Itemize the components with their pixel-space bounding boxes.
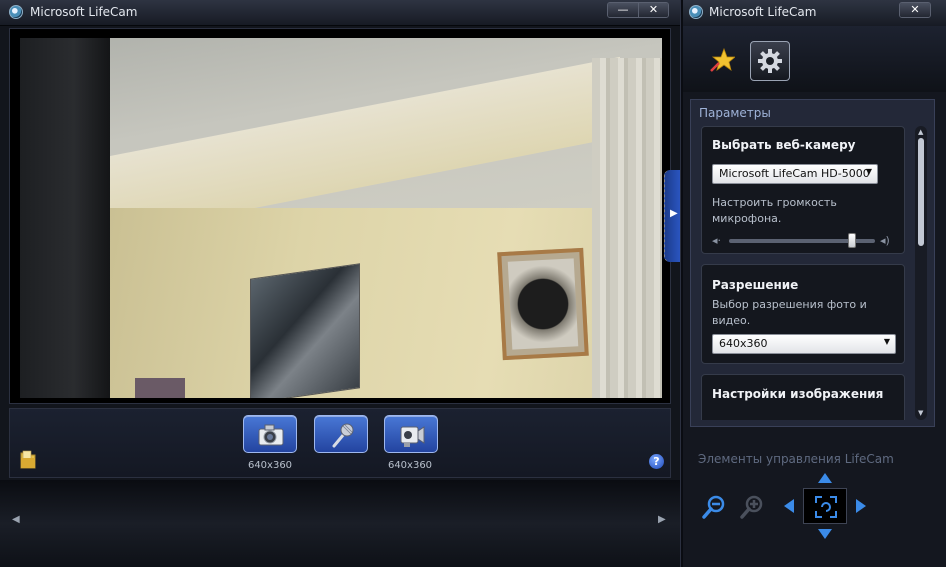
lifecam-app-icon	[9, 5, 23, 19]
panel-close-button[interactable]: ✕	[900, 3, 930, 17]
webcam-card: Выбрать веб-камеру Microsoft LifeCam HD-…	[701, 126, 905, 254]
mic-volume-label: Настроить громкость микрофона.	[712, 196, 837, 225]
resolution-select-value: 640x360	[719, 337, 768, 350]
photo-resolution-label: 640x360	[247, 460, 293, 471]
video-picture-frame	[497, 247, 589, 361]
folder-icon[interactable]	[19, 449, 37, 469]
expand-arrow-icon: ▶	[670, 208, 678, 219]
chevron-down-icon: ▼	[883, 337, 890, 346]
scrollbar-thumb[interactable]	[918, 138, 924, 246]
resolution-description: Выбор разрешения фото и видео.	[712, 298, 867, 327]
camera-icon	[258, 424, 284, 446]
pan-down-icon[interactable]	[817, 528, 833, 540]
lifecam-controls-heading: Элементы управления LifeCam	[698, 452, 894, 466]
video-poster	[250, 263, 360, 398]
strip-scroll-left-icon[interactable]: ◀	[12, 514, 20, 525]
image-settings-title: Настройки изображения	[712, 387, 884, 401]
capture-toolbar: 640x360 640x360 ?	[9, 408, 671, 478]
parameters-section: Параметры Выбрать веб-камеру Microsoft L…	[690, 99, 935, 427]
main-window: Microsoft LifeCam — ✕ ▶ 640x360 640x360 …	[0, 0, 681, 567]
main-titlebar[interactable]: Microsoft LifeCam — ✕	[0, 0, 680, 26]
close-button[interactable]: ✕	[638, 3, 668, 17]
resolution-card: Разрешение Выбор разрешения фото и видео…	[701, 264, 905, 364]
gear-icon	[758, 49, 782, 73]
video-resolution-label: 640x360	[387, 460, 433, 471]
webcam-select-value: Microsoft LifeCam HD-5000	[719, 167, 870, 180]
settings-tab[interactable]	[750, 41, 790, 81]
video-small-picture	[135, 378, 185, 398]
scroll-down-icon[interactable]: ▼	[918, 409, 923, 417]
window-controls: — ✕	[607, 2, 669, 18]
face-tracking-icon	[815, 496, 837, 518]
pan-left-icon[interactable]	[783, 498, 795, 514]
pan-up-icon[interactable]	[817, 472, 833, 484]
minimize-button[interactable]: —	[608, 3, 638, 17]
strip-scroll-right-icon[interactable]: ▶	[658, 514, 666, 525]
panel-titlebar[interactable]: Microsoft LifeCam ✕	[683, 0, 946, 26]
microphone-icon	[332, 423, 354, 448]
webcam-card-title: Выбрать веб-камеру	[712, 138, 856, 152]
take-photo-button[interactable]	[243, 415, 297, 453]
record-video-button[interactable]	[384, 415, 438, 453]
parameters-scrollbar[interactable]: ▲ ▼	[915, 126, 927, 420]
scroll-up-icon[interactable]: ▲	[918, 128, 923, 136]
chevron-down-icon: ▼	[865, 167, 872, 176]
video-pillar	[20, 38, 110, 398]
webcam-video-preview	[20, 38, 662, 398]
zoom-out-icon[interactable]	[701, 494, 727, 520]
parameters-heading: Параметры	[699, 106, 771, 120]
expand-panel-tab[interactable]: ▶	[664, 170, 680, 262]
resolution-select[interactable]: 640x360 ▼	[712, 334, 896, 354]
image-settings-card[interactable]: Настройки изображения	[701, 374, 905, 420]
resolution-card-title: Разрешение	[712, 278, 799, 292]
panel-tab-bar	[683, 26, 946, 92]
effects-star-icon[interactable]	[709, 47, 735, 73]
pan-right-icon[interactable]	[855, 498, 867, 514]
video-camera-icon	[400, 426, 425, 447]
panel-window-controls: ✕	[899, 2, 931, 18]
volume-low-icon[interactable]: ◂·	[712, 234, 721, 247]
face-tracking-pad[interactable]	[803, 488, 847, 524]
captured-media-strip[interactable]: ◀ ▶	[0, 480, 680, 567]
zoom-in-icon[interactable]	[739, 494, 765, 520]
volume-high-icon[interactable]: ◂)	[880, 234, 890, 247]
video-preview-frame	[9, 28, 671, 404]
video-curtain	[592, 58, 662, 398]
microphone-button[interactable]	[314, 415, 368, 453]
settings-panel-window: Microsoft LifeCam ✕ Параметры Выбрать ве…	[683, 0, 946, 567]
main-window-title: Microsoft LifeCam	[30, 5, 138, 19]
mic-volume-thumb[interactable]	[847, 233, 856, 248]
panel-app-icon	[689, 5, 703, 19]
panel-window-title: Microsoft LifeCam	[709, 5, 817, 19]
parameters-scroll-area[interactable]: Выбрать веб-камеру Microsoft LifeCam HD-…	[701, 126, 905, 420]
webcam-select[interactable]: Microsoft LifeCam HD-5000 ▼	[712, 164, 878, 184]
help-icon[interactable]: ?	[649, 454, 664, 469]
